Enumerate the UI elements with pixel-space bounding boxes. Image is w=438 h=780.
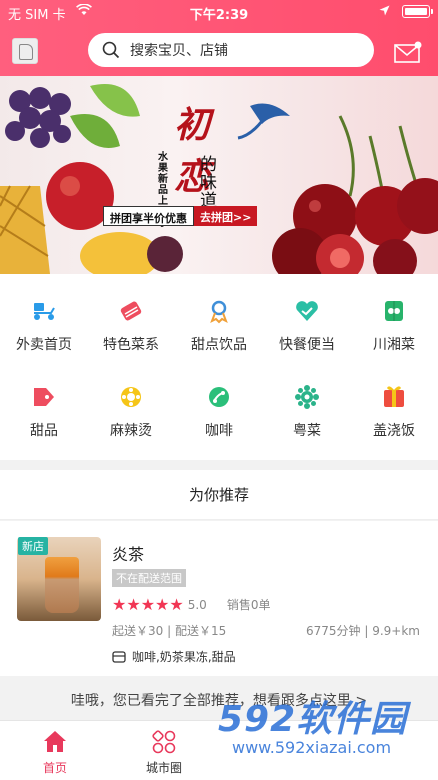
category-item[interactable]: 麻辣烫 — [87, 384, 175, 440]
new-shop-badge: 新店 — [18, 537, 48, 555]
category-item[interactable]: 盖浇饭 — [350, 384, 438, 440]
store-icon — [112, 650, 126, 663]
section-divider — [0, 460, 438, 470]
top-header: 无 SIM 卡 下午2:39 搜索宝贝、店铺 — [0, 0, 438, 76]
category-item[interactable]: 特色菜系 — [87, 298, 175, 354]
pepper-icon — [385, 301, 403, 321]
search-icon — [102, 41, 120, 59]
coffee-bean-icon — [209, 387, 229, 407]
drink-image — [45, 557, 79, 613]
promo-banner[interactable]: 初恋 的味道 水果新品上新季 拼团享半价优惠 去拼团>> — [0, 76, 438, 274]
clock: 下午2:39 — [189, 8, 249, 23]
category-label: 川湘菜 — [373, 337, 415, 353]
delivery-range-tag: 不在配送范围 — [112, 569, 186, 587]
category-item[interactable]: 粤菜 — [263, 384, 351, 440]
category-label: 咖啡 — [205, 423, 233, 439]
ribbon-icon — [210, 300, 228, 324]
category-label: 特色菜系 — [103, 337, 159, 353]
view-more-link[interactable]: 哇哦，您已看完了全部推荐，想看跟多点这里 > — [0, 690, 438, 710]
category-item[interactable]: 甜点饮品 — [175, 298, 263, 354]
search-bar[interactable]: 搜索宝贝、店铺 — [88, 33, 374, 67]
tab-label: 首页 — [42, 761, 67, 775]
battery-icon — [402, 5, 433, 18]
category-item[interactable]: 咖啡 — [175, 384, 263, 440]
shop-card[interactable]: 新店 炎茶 不在配送范围 ★ ★ ★ ★ ★ 5.0 销售0单 起送￥30 | … — [0, 521, 438, 676]
rating-score: 5.0 — [187, 597, 207, 612]
heart-check-icon — [296, 301, 318, 321]
shop-name: 炎茶 — [112, 545, 145, 564]
category-item[interactable]: 甜品 — [0, 384, 88, 440]
gear-flower-icon — [295, 385, 319, 409]
category-item[interactable]: 川湘菜 — [350, 298, 438, 354]
star-icon: ★ — [169, 594, 184, 614]
home-icon — [44, 731, 66, 752]
star-icon: ★ — [155, 594, 170, 614]
delivery-scooter-icon — [34, 303, 55, 320]
rating-row: ★ ★ ★ ★ ★ 5.0 销售0单 — [112, 596, 270, 613]
bottom-tab-bar: 首页 城市圈 — [0, 720, 438, 780]
delivery-fees: 起送￥30 | 配送￥15 — [112, 624, 227, 638]
flower-icon — [121, 387, 141, 407]
tab-city-circle[interactable]: 城市圈 — [124, 729, 204, 776]
search-placeholder: 搜索宝贝、店铺 — [130, 43, 228, 59]
avatar[interactable] — [12, 38, 38, 64]
sales-count: 销售0单 — [226, 598, 271, 612]
category-label: 快餐便当 — [279, 337, 335, 353]
category-grid: 外卖首页 特色菜系 甜点饮品 快餐便当 川湘菜 甜品 麻辣烫 咖啡 粤菜 盖浇饭 — [0, 274, 438, 460]
mail-icon[interactable] — [394, 40, 422, 64]
category-label: 甜点饮品 — [191, 337, 247, 353]
recommend-title: 为你推荐 — [0, 470, 438, 520]
chopsticks-icon — [120, 301, 142, 321]
shop-categories: 咖啡,奶茶果冻,甜品 — [112, 648, 236, 665]
delivery-distance: 6775分钟 | 9.9+km — [306, 624, 420, 638]
category-item[interactable]: 外卖首页 — [0, 298, 88, 354]
tag-icon — [34, 388, 54, 406]
banner-promo-text: 拼团享半价优惠 — [103, 206, 194, 226]
grid-circles-icon — [152, 730, 176, 754]
category-label: 盖浇饭 — [373, 423, 415, 439]
tab-home[interactable]: 首页 — [15, 729, 95, 776]
location-arrow-icon — [379, 5, 390, 16]
category-label: 麻辣烫 — [110, 423, 152, 439]
star-icon: ★ — [140, 594, 156, 614]
banner-title-sub: 的味道 — [200, 155, 217, 211]
category-label: 外卖首页 — [16, 337, 72, 353]
shop-categories-text: 咖啡,奶茶果冻,甜品 — [132, 650, 236, 664]
star-icon: ★ — [112, 594, 127, 614]
banner-promo[interactable]: 拼团享半价优惠 去拼团>> — [103, 206, 258, 226]
status-bar: 无 SIM 卡 下午2:39 — [0, 0, 438, 24]
category-item[interactable]: 快餐便当 — [263, 298, 351, 354]
category-label: 甜品 — [30, 423, 58, 439]
gift-icon — [384, 386, 404, 407]
star-icon: ★ — [126, 594, 141, 614]
category-label: 粤菜 — [293, 423, 321, 439]
banner-promo-cta[interactable]: 去拼团>> — [194, 206, 258, 226]
tab-label: 城市圈 — [145, 761, 182, 775]
